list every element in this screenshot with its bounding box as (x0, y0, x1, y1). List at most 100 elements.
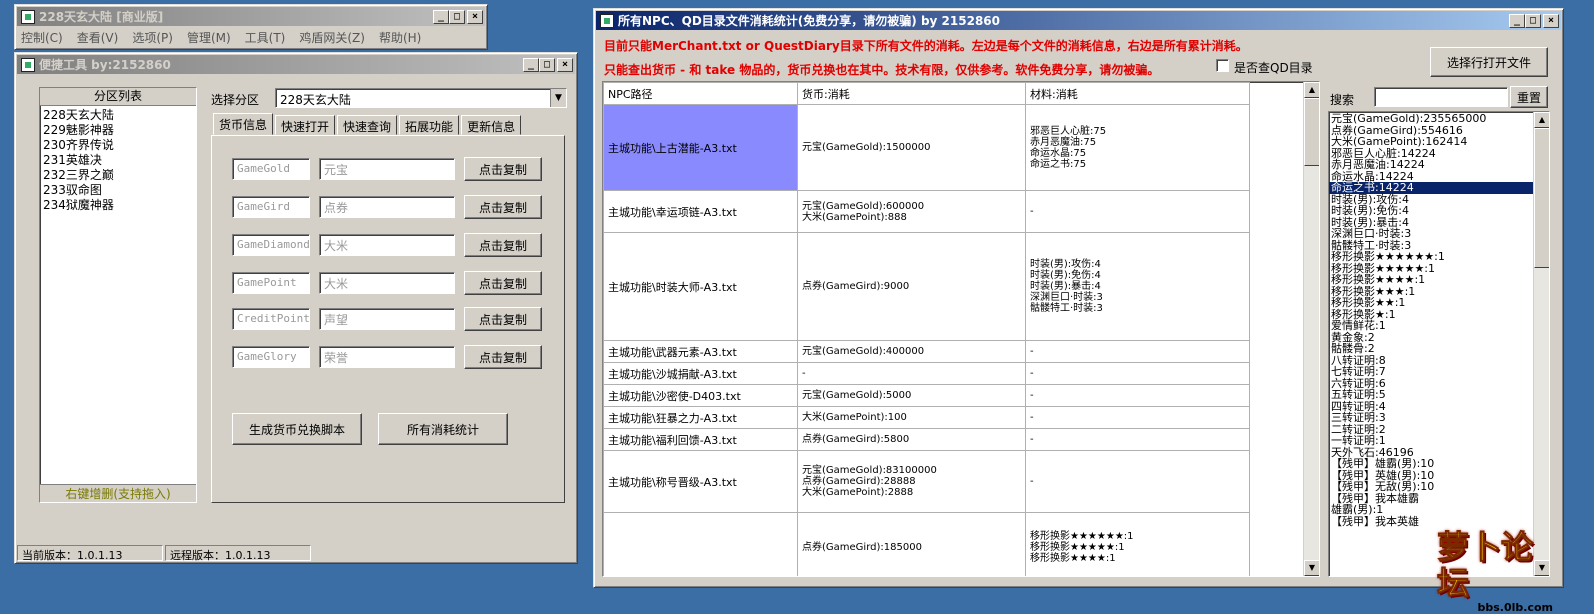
tab-item[interactable]: 拓展功能 (399, 115, 460, 135)
currency-code-field[interactable]: CreditPoint (232, 308, 310, 330)
minimize-icon[interactable]: _ (433, 9, 449, 24)
column-header[interactable]: 货币:消耗 (797, 82, 1026, 105)
maximize-icon[interactable]: □ (1525, 13, 1541, 28)
npc-path-cell[interactable]: 主城功能\沙密使-D403.txt (603, 384, 798, 407)
npc-path-cell[interactable]: 主城功能\幸运项链-A3.txt (603, 190, 798, 233)
currency-code-field[interactable]: GameGold (232, 158, 310, 180)
close-icon[interactable]: × (557, 57, 573, 72)
scroll-thumb[interactable] (1304, 98, 1319, 166)
total-list-item[interactable]: 移形换影★★:1 (1329, 297, 1533, 309)
table-row[interactable]: 主城功能\幸运项链-A3.txt 元宝(GameGold):600000 大米(Ga… (603, 190, 1250, 233)
copy-button[interactable]: 点击复制 (464, 307, 542, 331)
total-list-item[interactable]: 时装(男):免伤:4 (1329, 205, 1533, 217)
menu-item[interactable]: 管理(M) (187, 29, 231, 46)
totals-scrollbar[interactable]: ▲ ▼ (1533, 112, 1549, 576)
total-list-item[interactable]: 移形换影★★★★:1 (1329, 274, 1533, 286)
zone-list-item[interactable]: 234狱魔神器 (40, 198, 196, 213)
zone-list-item[interactable]: 230齐界传说 (40, 138, 196, 153)
menu-item[interactable]: 鸡盾网关(Z) (299, 29, 365, 46)
menu-item[interactable]: 帮助(H) (379, 29, 421, 46)
tab-item[interactable]: 货币信息 (213, 113, 274, 135)
zone-list-item[interactable]: 231英雄决 (40, 153, 196, 168)
close-icon[interactable]: × (1543, 13, 1559, 28)
tab-item[interactable]: 快速打开 (275, 115, 336, 135)
currency-name-field[interactable]: 声望 (319, 308, 455, 330)
table-row[interactable]: 主城功能\武器元素-A3.txt 元宝(GameGold):400000 - (603, 340, 1250, 363)
table-row[interactable]: 点券(GameGird):185000 移形换影★★★★★★:1 移形换影★★★★★… (603, 512, 1250, 576)
minimize-icon[interactable]: _ (523, 57, 539, 72)
total-list-item[interactable]: 移形换影★★★★★★:1 (1329, 251, 1533, 263)
scroll-down-icon[interactable]: ▼ (1304, 560, 1319, 576)
table-row[interactable]: 主城功能\称号晋级-A3.txt 元宝(GameGold):83100000 点券(… (603, 450, 1250, 513)
table-row[interactable]: 主城功能\福利回馈-A3.txt 点券(GameGird):5800 - (603, 428, 1250, 451)
npc-path-cell[interactable]: 主城功能\福利回馈-A3.txt (603, 428, 798, 451)
currency-code-field[interactable]: GameGlory (232, 346, 310, 368)
currency-name-field[interactable]: 点券 (319, 196, 455, 218)
npc-path-cell[interactable]: 主城功能\狂暴之力-A3.txt (603, 406, 798, 429)
zone-list[interactable]: 分区列表 228天玄大陆 229魅影神器 230齐界传说 231英雄决 232三界之巅 2… (39, 87, 197, 503)
currency-name-field[interactable]: 大米 (319, 272, 455, 294)
npc-path-cell[interactable]: 主城功能\武器元素-A3.txt (603, 340, 798, 363)
search-input[interactable] (1374, 87, 1508, 107)
total-list-item[interactable]: 五转证明:5 (1329, 389, 1533, 401)
copy-button[interactable]: 点击复制 (464, 345, 542, 369)
total-list-item[interactable]: 命运之书:14224 (1329, 182, 1533, 194)
table-row[interactable]: 主城功能\狂暴之力-A3.txt 大米(GamePoint):100 - (603, 406, 1250, 429)
total-list-item[interactable]: 爱情鲜花:1 (1329, 320, 1533, 332)
scroll-up-icon[interactable]: ▲ (1304, 82, 1319, 98)
npc-path-cell[interactable]: 主城功能\称号晋级-A3.txt (603, 450, 798, 513)
table-row[interactable]: 主城功能\上古潜能-A3.txt 元宝(GameGold):1500000 邪恶巨人… (603, 104, 1250, 191)
total-list-item[interactable]: 【残甲】无敌(男):10 (1329, 481, 1533, 493)
maximize-icon[interactable]: □ (539, 57, 555, 72)
column-header[interactable]: 材料:消耗 (1025, 82, 1250, 105)
table-row[interactable]: 主城功能\沙城捐献-A3.txt - - (603, 362, 1250, 385)
total-list-item[interactable]: 深渊巨口·时装:3 (1329, 228, 1533, 240)
total-list-item[interactable]: 大米(GamePoint):162414 (1329, 136, 1533, 148)
currency-code-field[interactable]: GameDiamond (232, 234, 310, 256)
npc-path-cell[interactable]: 主城功能\时装大师-A3.txt (603, 232, 798, 341)
zone-list-item[interactable]: 228天玄大陆 (40, 108, 196, 123)
table-row[interactable]: 主城功能\沙密使-D403.txt 元宝(GameGold):5000 - (603, 384, 1250, 407)
copy-button[interactable]: 点击复制 (464, 271, 542, 295)
npc-path-cell[interactable] (603, 512, 798, 576)
close-icon[interactable]: × (467, 9, 483, 24)
currency-name-field[interactable]: 大米 (319, 234, 455, 256)
maximize-icon[interactable]: □ (449, 9, 465, 24)
total-list-item[interactable]: 赤月恶魔油:14224 (1329, 159, 1533, 171)
currency-name-field[interactable]: 元宝 (319, 158, 455, 180)
select-zone-dropdown[interactable]: 228天玄大陆 ▼ (275, 88, 567, 108)
all-stats-button[interactable]: 所有消耗统计 (378, 413, 508, 445)
menu-item[interactable]: 选项(P) (132, 29, 173, 46)
total-list-item[interactable]: 骷髅骨:2 (1329, 343, 1533, 355)
total-list-item[interactable]: 三转证明:3 (1329, 412, 1533, 424)
qd-checkbox[interactable] (1216, 59, 1229, 72)
menu-item[interactable]: 控制(C) (21, 29, 63, 46)
currency-code-field[interactable]: GameGird (232, 196, 310, 218)
table-row[interactable]: 主城功能\时装大师-A3.txt 点券(GameGird):9000 时装(男):攻… (603, 232, 1250, 341)
total-list-item[interactable]: 元宝(GameGold):235565000 (1329, 113, 1533, 125)
generate-script-button[interactable]: 生成货币兑换脚本 (232, 413, 362, 445)
zone-list-header[interactable]: 分区列表 (40, 88, 196, 106)
copy-button[interactable]: 点击复制 (464, 233, 542, 257)
chevron-down-icon[interactable]: ▼ (550, 89, 566, 107)
currency-name-field[interactable]: 荣誉 (319, 346, 455, 368)
column-header[interactable]: NPC路径 (603, 82, 798, 105)
npc-path-cell[interactable]: 主城功能\沙城捐献-A3.txt (603, 362, 798, 385)
scroll-thumb[interactable] (1534, 128, 1549, 268)
minimize-icon[interactable]: _ (1509, 13, 1525, 28)
copy-button[interactable]: 点击复制 (464, 195, 542, 219)
tab-item[interactable]: 快速查询 (337, 115, 398, 135)
zone-list-item[interactable]: 232三界之巅 (40, 168, 196, 183)
scroll-up-icon[interactable]: ▲ (1534, 112, 1549, 128)
menu-item[interactable]: 查看(V) (77, 29, 119, 46)
main-window-titlebar[interactable]: 228天玄大陆 [商业版] _ □ × (17, 7, 485, 26)
npc-path-cell[interactable]: 主城功能\上古潜能-A3.txt (603, 104, 798, 191)
copy-button[interactable]: 点击复制 (464, 157, 542, 181)
total-list-item[interactable]: 雄霸(男):1 (1329, 504, 1533, 516)
zone-list-item[interactable]: 233驭命图 (40, 183, 196, 198)
reset-button[interactable]: 重置 (1510, 86, 1548, 108)
total-list-item[interactable]: 【残甲】雄霸(男):10 (1329, 458, 1533, 470)
zone-list-item[interactable]: 229魅影神器 (40, 123, 196, 138)
total-list-item[interactable]: 一转证明:1 (1329, 435, 1533, 447)
stats-titlebar[interactable]: 所有NPC、QD目录文件消耗统计(免费分享，请勿被骗) by 2152860 _… (596, 11, 1561, 30)
